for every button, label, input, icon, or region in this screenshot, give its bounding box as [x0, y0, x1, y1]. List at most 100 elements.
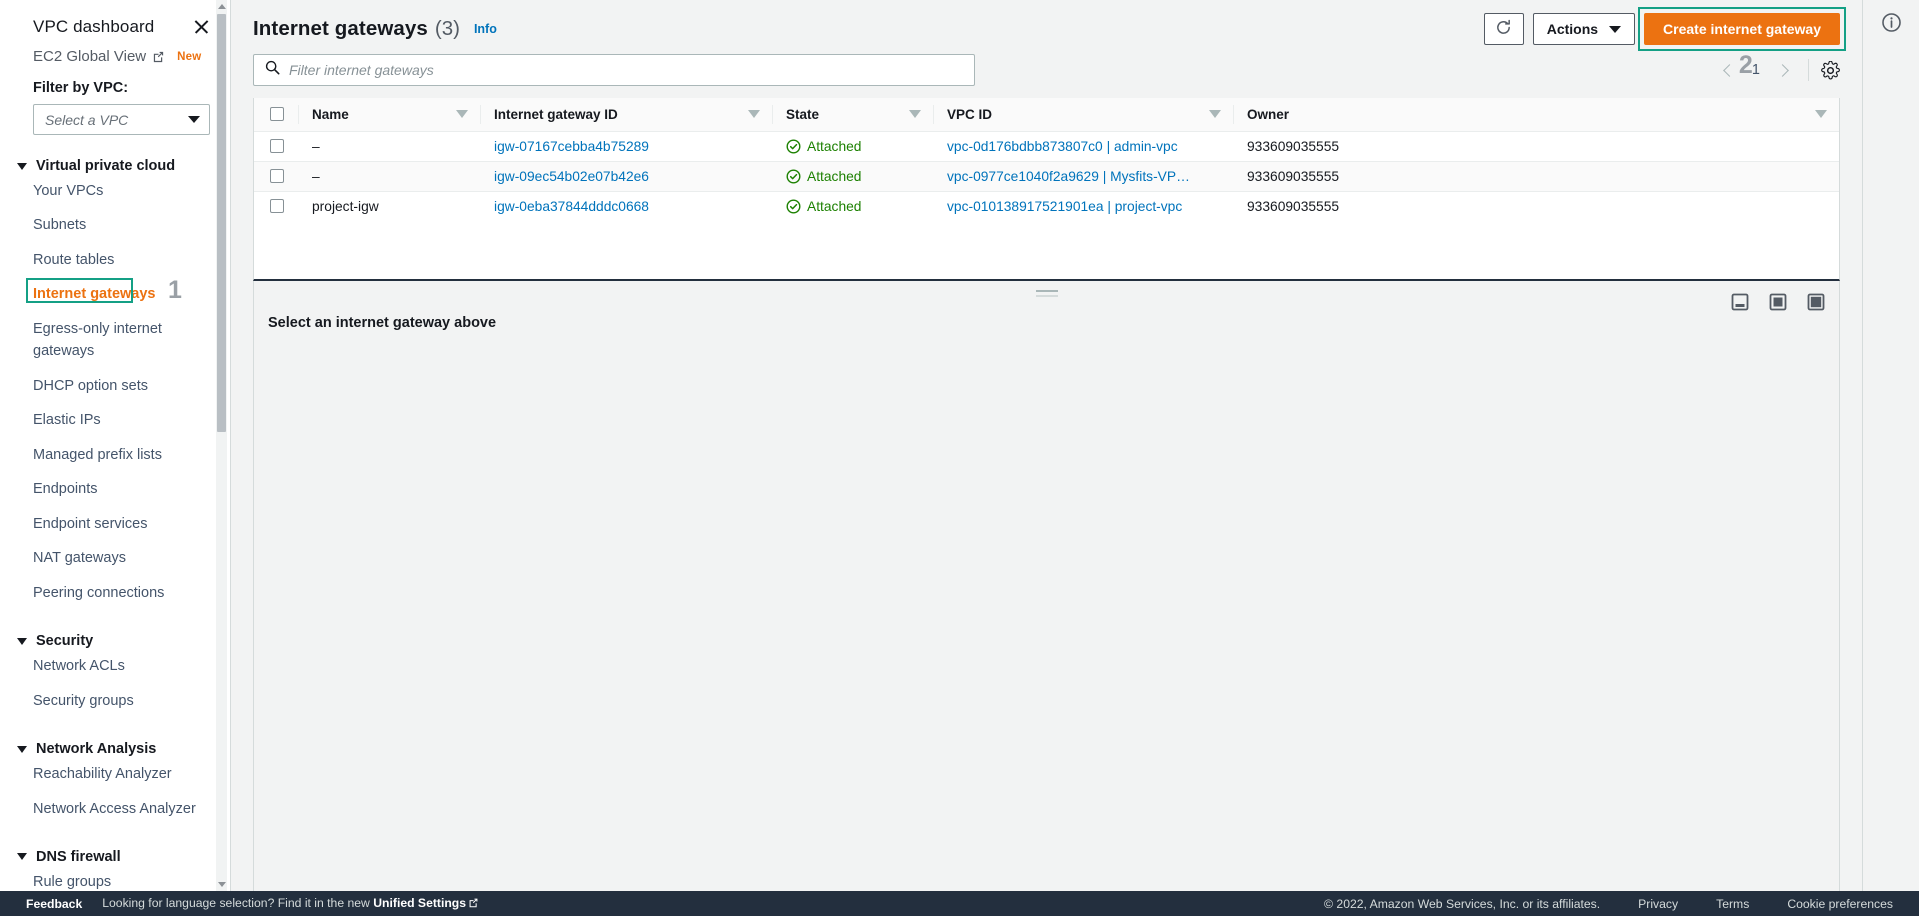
page-title-count: (3)	[434, 17, 460, 40]
sidebar-group-header[interactable]: Network Analysis	[0, 741, 230, 757]
vpc-id-link[interactable]: vpc-0977ce1040f2a9629 | Mysfits-VP…	[947, 169, 1190, 184]
sidebar-item-dhcp-option-sets[interactable]: DHCP option sets	[0, 369, 230, 403]
external-link-icon	[152, 50, 165, 63]
annotation-number-2: 2	[1738, 51, 1753, 79]
sidebar-item-network-access-analyzer[interactable]: Network Access Analyzer	[0, 792, 230, 826]
unified-settings-link[interactable]: Unified Settings	[373, 896, 466, 910]
feedback-link[interactable]: Feedback	[26, 897, 82, 911]
refresh-button[interactable]	[1483, 13, 1524, 45]
column-igw-id-label: Internet gateway ID	[494, 106, 618, 122]
row-checkbox[interactable]	[270, 169, 284, 183]
cell-igw-id: igw-09ec54b02e07b42e6	[480, 161, 772, 192]
sidebar-group-header[interactable]: DNS firewall	[0, 849, 230, 865]
sort-icon[interactable]	[1815, 110, 1827, 119]
vpc-filter-select[interactable]: Select a VPC	[33, 104, 210, 135]
igw-id-link[interactable]: igw-07167cebba4b75289	[494, 139, 649, 154]
sidebar-item-peering-connections[interactable]: Peering connections	[0, 576, 230, 610]
search-box[interactable]	[253, 54, 975, 86]
sidebar-item-route-tables[interactable]: Route tables	[0, 243, 230, 277]
create-internet-gateway-button[interactable]: Create internet gateway	[1644, 13, 1840, 45]
sidebar-group-security: Security Network ACLs Security groups	[0, 633, 230, 718]
sidebar-item-elastic-ips[interactable]: Elastic IPs	[0, 403, 230, 437]
internet-gateways-table: Name Internet gateway ID State VPC ID Ow…	[253, 98, 1840, 281]
external-link-icon	[468, 897, 479, 911]
info-circle-icon[interactable]	[1881, 12, 1902, 33]
igw-id-link[interactable]: igw-0eba37844dddc0668	[494, 199, 649, 214]
chevron-right-icon[interactable]	[1767, 55, 1797, 85]
sidebar-item-network-acls[interactable]: Network ACLs	[0, 649, 230, 683]
panel-side-icon[interactable]	[1769, 293, 1787, 311]
gear-icon[interactable]	[1820, 60, 1840, 80]
cookie-preferences-link[interactable]: Cookie preferences	[1787, 897, 1893, 911]
cell-state: Attached	[772, 161, 933, 192]
sidebar-group-network-analysis: Network Analysis Reachability Analyzer N…	[0, 741, 230, 826]
search-input[interactable]	[289, 62, 963, 78]
select-all-checkbox[interactable]	[270, 107, 284, 122]
sidebar-item-internet-gateways[interactable]: Internet gateways	[0, 277, 166, 311]
igw-id-link[interactable]: igw-09ec54b02e07b42e6	[494, 169, 649, 184]
table-row[interactable]: – igw-09ec54b02e07b42e6 Attached vpc-097…	[254, 161, 1839, 192]
sidebar-group-header[interactable]: Security	[0, 633, 230, 649]
table-row[interactable]: project-igw igw-0eba37844dddc0668 Attach…	[254, 191, 1839, 221]
sidebar-group-label: Network Analysis	[36, 741, 157, 758]
cell-vpc-id: vpc-010138917521901ea | project-vpc	[933, 191, 1233, 221]
sidebar-item-your-vpcs[interactable]: Your VPCs	[0, 174, 230, 208]
cell-vpc-id: vpc-0d176bdbb873807c0 | admin-vpc	[933, 131, 1233, 162]
table: Name Internet gateway ID State VPC ID Ow…	[254, 98, 1839, 221]
sort-icon[interactable]	[456, 110, 468, 119]
vpc-id-link[interactable]: vpc-0d176bdbb873807c0 | admin-vpc	[947, 139, 1178, 154]
column-select-all	[254, 98, 298, 132]
table-row[interactable]: – igw-07167cebba4b75289 Attached vpc-0d1…	[254, 131, 1839, 162]
status-badge: Attached	[807, 168, 862, 184]
sort-icon[interactable]	[909, 110, 921, 119]
sort-icon[interactable]	[1209, 110, 1221, 119]
sidebar-group-virtual-private-cloud: Virtual private cloud Your VPCs Subnets …	[0, 158, 230, 610]
row-checkbox[interactable]	[270, 199, 284, 214]
cell-vpc-id: vpc-0977ce1040f2a9629 | Mysfits-VP…	[933, 161, 1233, 192]
vpc-id-link[interactable]: vpc-010138917521901ea | project-vpc	[947, 199, 1182, 214]
panel-bottom-icon[interactable]	[1731, 293, 1749, 311]
sidebar-scrollbar[interactable]	[216, 0, 227, 891]
sidebar-item-managed-prefix-lists[interactable]: Managed prefix lists	[0, 438, 230, 472]
scrollbar-thumb[interactable]	[217, 14, 226, 432]
status-check-icon	[786, 139, 801, 154]
footer-left: Feedback Looking for language selection?…	[12, 896, 479, 911]
sidebar-item-nat-gateways[interactable]: NAT gateways	[0, 541, 230, 575]
sidebar-group-label: Virtual private cloud	[36, 158, 176, 174]
right-rail	[1862, 0, 1919, 891]
vpc-filter-placeholder: Select a VPC	[45, 111, 129, 128]
row-select-cell	[254, 161, 298, 192]
privacy-link[interactable]: Privacy	[1638, 897, 1678, 911]
info-link[interactable]: Info	[474, 22, 497, 36]
sidebar-item-reachability-analyzer[interactable]: Reachability Analyzer	[0, 757, 230, 791]
sidebar-item-ec2-global-view[interactable]: EC2 Global View New	[0, 37, 230, 65]
cell-name: –	[298, 161, 480, 192]
sidebar: VPC dashboard EC2 Global View New Filter…	[0, 0, 231, 891]
sort-icon[interactable]	[748, 110, 760, 119]
sidebar-item-egress-only-internet-gateways[interactable]: Egress-only internet gateways	[0, 312, 230, 369]
refresh-icon	[1495, 19, 1512, 39]
cell-state: Attached	[772, 191, 933, 221]
sidebar-item-endpoint-services[interactable]: Endpoint services	[0, 507, 230, 541]
split-panel-drag-handle[interactable]	[1035, 290, 1058, 298]
sidebar-item-security-groups[interactable]: Security groups	[0, 684, 230, 718]
sidebar-item-subnets[interactable]: Subnets	[0, 208, 230, 242]
sidebar-item-rule-groups[interactable]: Rule groups	[0, 865, 230, 891]
column-vpc-id-label: VPC ID	[947, 106, 993, 122]
cell-igw-id: igw-0eba37844dddc0668	[480, 191, 772, 221]
column-owner-label: Owner	[1247, 106, 1290, 122]
close-icon[interactable]	[192, 18, 210, 36]
cell-owner: 933609035555	[1233, 161, 1839, 192]
row-select-cell	[254, 131, 298, 162]
triangle-down-icon	[17, 637, 27, 645]
cell-name: project-igw	[312, 198, 379, 214]
column-name: Name	[298, 98, 480, 132]
scroll-up-icon[interactable]	[216, 0, 227, 13]
row-checkbox[interactable]	[270, 139, 284, 153]
panel-full-icon[interactable]	[1807, 293, 1825, 311]
scroll-down-icon[interactable]	[216, 878, 227, 891]
terms-link[interactable]: Terms	[1716, 897, 1749, 911]
sidebar-item-endpoints[interactable]: Endpoints	[0, 472, 230, 506]
actions-button[interactable]: Actions	[1532, 13, 1636, 45]
sidebar-group-header[interactable]: Virtual private cloud	[0, 158, 230, 174]
